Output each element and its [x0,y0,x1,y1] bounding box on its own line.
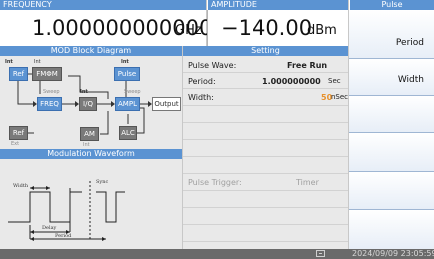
mod-block-header: MOD Block Diagram [0,46,182,56]
period-label: Period: [188,77,216,86]
amplitude-unit: dBm [307,23,337,38]
amplitude-header: AMPLITUDE [207,0,348,10]
status-datetime: 2024/09/09 23:05:59 [352,249,434,258]
frequency-display[interactable]: 1.000000000000 GHz [0,10,212,46]
network-icon [316,250,325,257]
setting-row-period[interactable]: Period: 1.000000000 Sec [183,73,348,89]
label-int-iq: Int [80,89,88,95]
label-int-am: Int [83,142,90,148]
period-value: 1.000000000 [262,77,321,86]
softkey-5[interactable] [349,171,434,209]
pulse-wave-label: Pulse Wave: [188,61,237,70]
amplitude-value: −140.00 [221,16,313,40]
label-sweep-freq: Sweep [43,89,60,95]
setting-row-empty-5 [183,191,348,208]
setting-row-empty-1 [183,106,348,123]
softkey-title-label: Pulse [381,0,403,9]
setting-row-pulse-trigger: Pulse Trigger: Timer [183,174,348,191]
waveform-delay-label: Delay [42,225,57,231]
setting-row-pulse-wave[interactable]: Pulse Wave: Free Run [183,56,348,73]
freq-block[interactable]: FREQ [37,97,62,111]
ampl-block[interactable]: AMPL [115,97,140,111]
waveform-panel: Width Sync Delay Period [0,159,182,249]
width-label: Width: [188,93,214,102]
frequency-label: FREQUENCY [3,0,52,9]
amplitude-display[interactable]: −140.00 dBm [207,10,348,46]
pulse-wave-value: Free Run [287,61,328,70]
setting-row-empty-7 [183,225,348,242]
ref-block[interactable]: Ref [9,67,28,81]
alc-block[interactable]: ALC [119,126,137,140]
softkey-4[interactable] [349,132,434,171]
status-bar: 2024/09/09 23:05:59 [0,249,434,259]
softkey-period-label: Period [395,38,424,48]
waveform-header: Modulation Waveform [0,149,182,159]
label-sweep-ampl: Sweep [124,89,141,95]
mod-block-title: MOD Block Diagram [50,46,132,55]
amplitude-label: AMPLITUDE [211,0,257,9]
am-block[interactable]: AM [80,127,99,141]
mod-block-diagram: Int Int Int Ref FMΦM Pulse Sweep Int Swe… [0,56,182,149]
softkey-6[interactable] [349,209,434,249]
waveform-title: Modulation Waveform [47,149,135,158]
setting-panel: Pulse Wave: Free Run Period: 1.000000000… [183,56,348,249]
ref-ext-block[interactable]: Ref [9,126,28,140]
label-ext: Ext [11,141,20,147]
softkey-period[interactable]: Period [349,10,434,58]
softkey-title: Pulse [349,0,434,10]
iq-block[interactable]: I/Q [79,97,97,111]
setting-row-width[interactable]: Width: 50 nSec [183,89,348,106]
waveform-sync-label: Sync [96,179,109,185]
label-int-ref: Int [5,59,13,65]
pulse-waveform [8,181,125,241]
setting-title: Setting [251,46,280,55]
waveform-period-label: Period [55,233,72,239]
pulse-trigger-label: Pulse Trigger: [188,178,242,187]
softkey-width-label: Width [397,75,424,85]
label-int-fm: Int [34,59,41,65]
period-unit: Sec [328,77,341,85]
waveform-width-label: Width [13,183,29,189]
width-unit: nSec [331,93,349,101]
setting-header: Setting [183,46,348,56]
pulse-block[interactable]: Pulse [114,67,140,81]
pulse-trigger-value: Timer [296,178,319,187]
softkey-width[interactable]: Width [349,58,434,95]
setting-row-empty-4 [183,157,348,174]
fm-pm-block[interactable]: FMΦM [32,67,62,81]
frequency-header: FREQUENCY [0,0,206,10]
label-int-pulse: Int [121,59,129,65]
softkey-3[interactable] [349,95,434,132]
setting-row-empty-2 [183,123,348,140]
frequency-unit: GHz [175,23,202,38]
output-block[interactable]: Output [152,97,181,111]
setting-row-empty-6 [183,208,348,225]
setting-row-empty-3 [183,140,348,157]
